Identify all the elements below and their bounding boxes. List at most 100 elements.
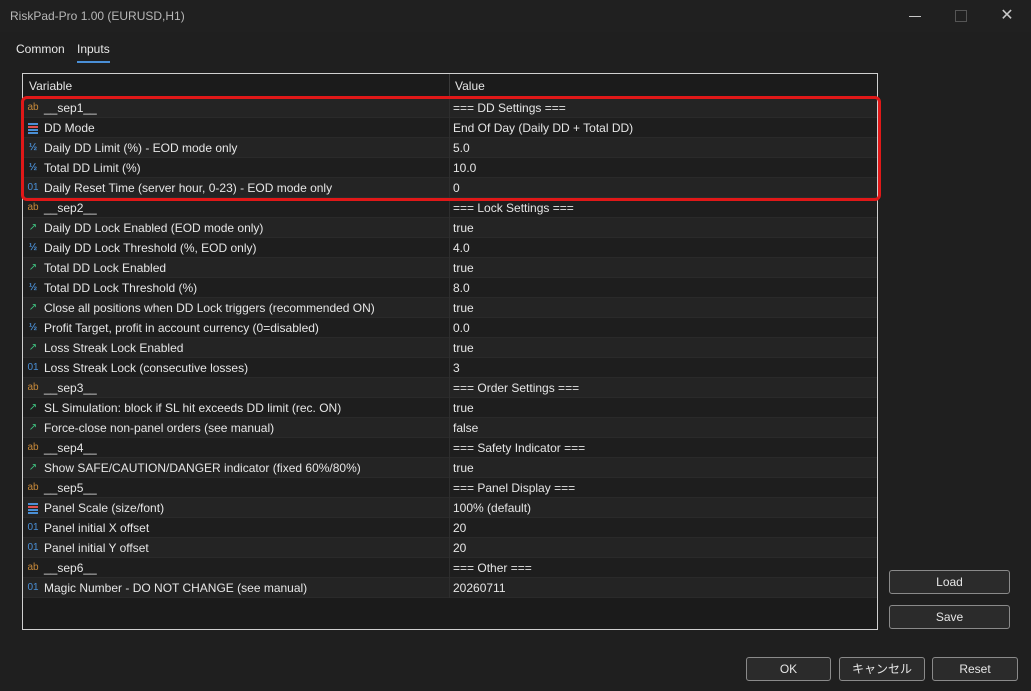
variable-name: Panel initial X offset xyxy=(44,521,150,535)
variable-value[interactable]: 10.0 xyxy=(453,161,476,175)
table-row[interactable]: ab __sep6__ === Other === xyxy=(23,558,877,578)
variable-name: DD Mode xyxy=(44,121,95,135)
table-row[interactable]: ↗ Loss Streak Lock Enabled true xyxy=(23,338,877,358)
cancel-button[interactable]: キャンセル xyxy=(839,657,925,681)
table-row[interactable]: ↗ Close all positions when DD Lock trigge… xyxy=(23,298,877,318)
variable-value[interactable]: 20260711 xyxy=(453,581,506,595)
variable-value[interactable]: true xyxy=(453,261,474,275)
variable-value[interactable]: 8.0 xyxy=(453,281,470,295)
variable-value[interactable]: End Of Day (Daily DD + Total DD) xyxy=(453,121,633,135)
variable-value[interactable]: === Safety Indicator === xyxy=(453,441,585,455)
variable-value[interactable]: true xyxy=(453,221,474,235)
table-row[interactable]: ½ Daily DD Lock Threshold (%, EOD only) 4.… xyxy=(23,238,877,258)
table-row[interactable]: Panel Scale (size/font) 100% (default) xyxy=(23,498,877,518)
variable-value[interactable]: === Panel Display === xyxy=(453,481,575,495)
cell-divider xyxy=(449,338,450,358)
table-row[interactable]: ½ Total DD Limit (%) 10.0 xyxy=(23,158,877,178)
bool-type-icon: ↗ xyxy=(28,302,38,313)
variable-name: Total DD Lock Threshold (%) xyxy=(44,281,198,295)
grid-header: Variable Value xyxy=(23,74,877,98)
variable-value[interactable]: true xyxy=(453,341,474,355)
cell-divider xyxy=(449,558,450,578)
variable-name: __sep3__ xyxy=(44,381,97,395)
variable-value[interactable]: true xyxy=(453,401,474,415)
variable-value[interactable]: 0.0 xyxy=(453,321,470,335)
variable-value[interactable]: === Order Settings === xyxy=(453,381,579,395)
variable-name: Loss Streak Lock (consecutive losses) xyxy=(44,361,249,375)
variable-value[interactable]: true xyxy=(453,301,474,315)
table-row[interactable]: ↗ Show SAFE/CAUTION/DANGER indicator (fix… xyxy=(23,458,877,478)
column-divider[interactable] xyxy=(449,74,450,97)
variable-value[interactable]: === Lock Settings === xyxy=(453,201,574,215)
load-button[interactable]: Load xyxy=(889,570,1010,594)
variable-value[interactable]: 100% (default) xyxy=(453,501,531,515)
reset-button[interactable]: Reset xyxy=(932,657,1018,681)
variable-value[interactable]: 4.0 xyxy=(453,241,470,255)
variable-value[interactable]: 3 xyxy=(453,361,460,375)
variable-value[interactable]: === Other === xyxy=(453,561,532,575)
cell-divider xyxy=(449,578,450,598)
integer-type-icon: 01 xyxy=(27,522,39,533)
variable-name: Profit Target, profit in account currenc… xyxy=(44,321,319,335)
window-title: RiskPad-Pro 1.00 (EURUSD,H1) xyxy=(10,9,185,23)
variable-value[interactable]: === DD Settings === xyxy=(453,101,566,115)
ok-button[interactable]: OK xyxy=(746,657,831,681)
column-header-variable[interactable]: Variable xyxy=(29,79,72,93)
table-row[interactable]: ↗ Daily DD Lock Enabled (EOD mode only) tr… xyxy=(23,218,877,238)
table-row[interactable]: ab __sep3__ === Order Settings === xyxy=(23,378,877,398)
table-row[interactable]: ab __sep2__ === Lock Settings === xyxy=(23,198,877,218)
table-row[interactable]: ab __sep5__ === Panel Display === xyxy=(23,478,877,498)
save-button[interactable]: Save xyxy=(889,605,1010,629)
variable-name: __sep6__ xyxy=(44,561,97,575)
variable-value[interactable]: 20 xyxy=(453,541,466,555)
table-row[interactable]: DD Mode End Of Day (Daily DD + Total DD) xyxy=(23,118,877,138)
cell-divider xyxy=(449,258,450,278)
variable-name: Panel Scale (size/font) xyxy=(44,501,165,515)
variable-name: SL Simulation: block if SL hit exceeds D… xyxy=(44,401,342,415)
table-row[interactable]: ab __sep4__ === Safety Indicator === xyxy=(23,438,877,458)
table-row[interactable]: 01 Panel initial Y offset 20 xyxy=(23,538,877,558)
variable-value[interactable]: 20 xyxy=(453,521,466,535)
variable-name: __sep5__ xyxy=(44,481,97,495)
variable-name: Panel initial Y offset xyxy=(44,541,149,555)
bool-type-icon: ↗ xyxy=(28,262,38,273)
cell-divider xyxy=(449,238,450,258)
table-row[interactable]: ½ Total DD Lock Threshold (%) 8.0 xyxy=(23,278,877,298)
cell-divider xyxy=(449,218,450,238)
table-row[interactable]: ↗ SL Simulation: block if SL hit exceeds … xyxy=(23,398,877,418)
variable-value[interactable]: 0 xyxy=(453,181,460,195)
cell-divider xyxy=(449,98,450,118)
table-row[interactable]: 01 Magic Number - DO NOT CHANGE (see manu… xyxy=(23,578,877,598)
table-row[interactable]: ½ Daily DD Limit (%) - EOD mode only 5.0 xyxy=(23,138,877,158)
variable-value[interactable]: 5.0 xyxy=(453,141,470,155)
tab-common[interactable]: Common xyxy=(16,42,65,56)
double-type-icon: ½ xyxy=(28,162,38,173)
bool-type-icon: ↗ xyxy=(28,402,38,413)
variable-name: Total DD Limit (%) xyxy=(44,161,141,175)
tab-inputs[interactable]: Inputs xyxy=(77,42,110,63)
variable-name: Daily DD Lock Enabled (EOD mode only) xyxy=(44,221,264,235)
minimize-icon[interactable] xyxy=(905,6,925,26)
column-header-value[interactable]: Value xyxy=(455,79,485,93)
table-row[interactable]: ½ Profit Target, profit in account curren… xyxy=(23,318,877,338)
variable-name: __sep1__ xyxy=(44,101,97,115)
variable-name: Daily Reset Time (server hour, 0-23) - E… xyxy=(44,181,333,195)
table-row[interactable]: 01 Daily Reset Time (server hour, 0-23) -… xyxy=(23,178,877,198)
double-type-icon: ½ xyxy=(28,242,38,253)
close-icon[interactable]: ✕ xyxy=(997,6,1017,26)
variable-value[interactable]: true xyxy=(453,461,474,475)
table-row[interactable]: 01 Panel initial X offset 20 xyxy=(23,518,877,538)
variable-value[interactable]: false xyxy=(453,421,478,435)
table-row[interactable]: ↗ Total DD Lock Enabled true xyxy=(23,258,877,278)
cell-divider xyxy=(449,298,450,318)
cell-divider xyxy=(449,438,450,458)
double-type-icon: ½ xyxy=(28,322,38,333)
cell-divider xyxy=(449,358,450,378)
cell-divider xyxy=(449,418,450,438)
cell-divider xyxy=(449,318,450,338)
string-type-icon: ab xyxy=(27,102,39,113)
table-row[interactable]: ab __sep1__ === DD Settings === xyxy=(23,98,877,118)
table-row[interactable]: ↗ Force-close non-panel orders (see manua… xyxy=(23,418,877,438)
table-row[interactable]: 01 Loss Streak Lock (consecutive losses) 3 xyxy=(23,358,877,378)
cell-divider xyxy=(449,398,450,418)
